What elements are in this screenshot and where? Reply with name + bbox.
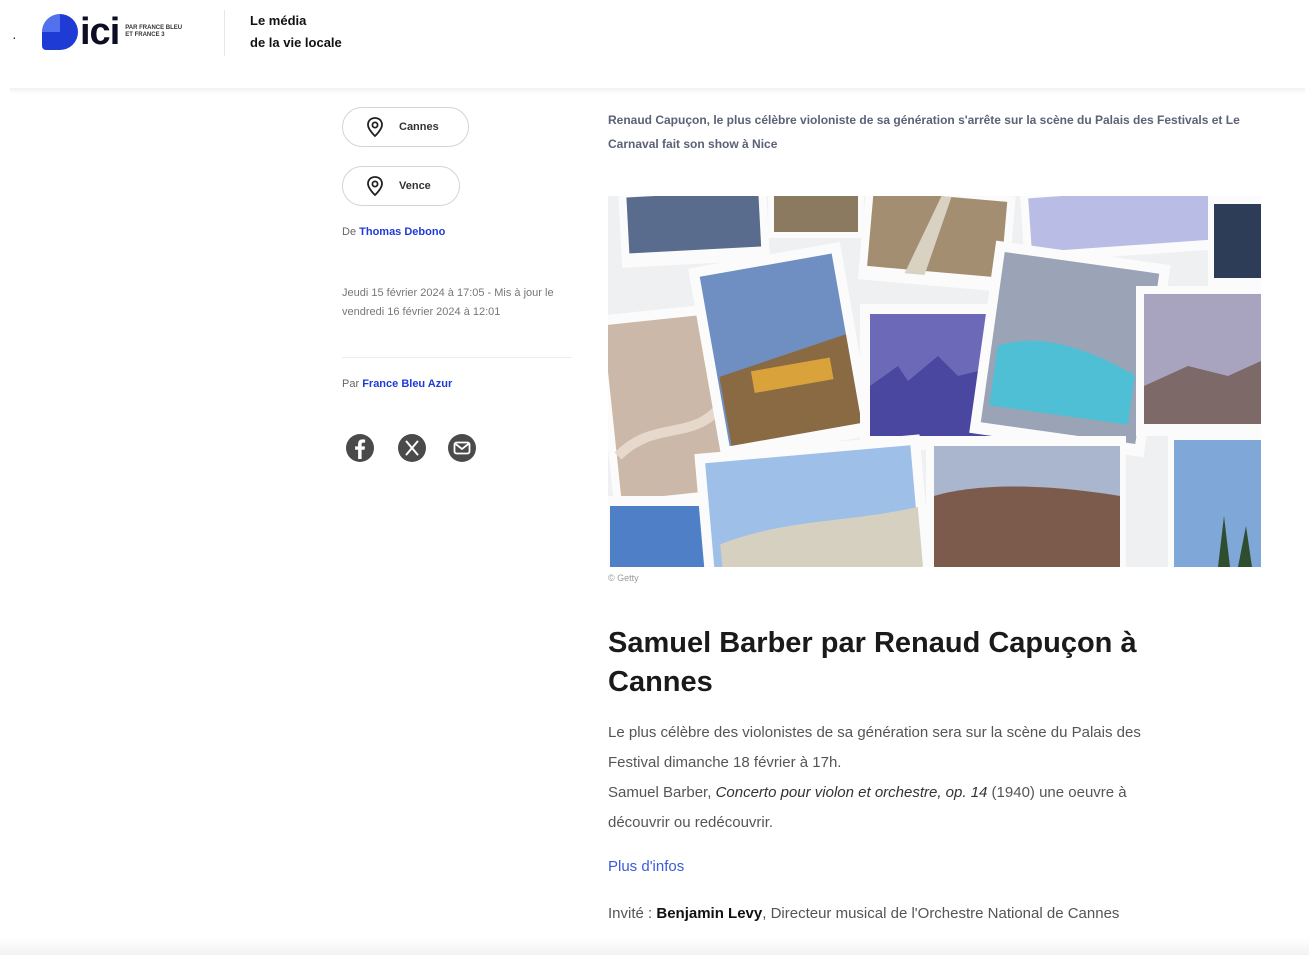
tag-vence[interactable]: Vence — [342, 166, 460, 206]
body-line: découvrir ou redécouvrir. — [608, 814, 774, 831]
article-title: Samuel Barber par Renaud Capuçon à Canne… — [608, 627, 1137, 698]
guest-line: Invité : Benjamin Levy, Directeur musica… — [608, 905, 1119, 922]
source-link[interactable]: France Bleu Azur — [362, 378, 452, 390]
tag-cannes[interactable]: Cannes — [342, 107, 469, 147]
site-tagline: Le média de la vie locale — [250, 10, 342, 54]
facebook-icon[interactable] — [344, 432, 376, 464]
tagline-line1: Le média — [250, 13, 307, 28]
site-header: · ici PAR FRANCE BLEU ET FRANCE 3 Le méd… — [0, 0, 1309, 90]
publish-dates: Jeudi 15 février 2024 à 17:05 - Mis à jo… — [342, 287, 554, 318]
bottom-fade — [0, 938, 1309, 955]
map-pin-icon — [367, 176, 383, 197]
guest-label: Invité : — [608, 905, 657, 922]
more-info-link[interactable]: Plus d'infos — [608, 858, 684, 875]
source-byline: Par France Bleu Azur — [342, 378, 452, 390]
per-prefix: Par — [342, 378, 360, 390]
article-lead: Renaud Capuçon, le plus célèbre violonis… — [608, 113, 1240, 151]
mail-icon[interactable] — [446, 432, 478, 464]
logo-mark-icon — [42, 14, 78, 50]
tag-label: Vence — [399, 180, 431, 192]
map-pin-icon — [367, 117, 383, 138]
article-photo — [608, 196, 1261, 567]
body-text: Samuel Barber, — [608, 784, 716, 801]
byline-prefix: De — [342, 226, 357, 238]
body-line: Festival dimanche 18 février à 17h. — [608, 754, 842, 771]
guest-role: , Directeur musical de l'Orchestre Natio… — [762, 905, 1120, 922]
author-link[interactable]: Thomas Debono — [359, 226, 445, 238]
sidebar-divider — [342, 357, 572, 358]
author-byline: De Thomas Debono — [342, 226, 445, 238]
x-icon[interactable] — [396, 432, 428, 464]
header-divider — [224, 10, 225, 56]
body-line: Samuel Barber, Concerto pour violon et o… — [608, 778, 1268, 808]
guest-name: Benjamin Levy — [656, 905, 763, 922]
tagline-line2: de la vie locale — [250, 35, 342, 50]
header-shadow — [10, 88, 1305, 94]
site-logo[interactable]: ici PAR FRANCE BLEU ET FRANCE 3 — [42, 12, 185, 52]
logo-subtitle: PAR FRANCE BLEU ET FRANCE 3 — [125, 25, 183, 38]
article-body: Le plus célèbre des violonistes de sa gé… — [608, 718, 1268, 838]
image-credit: © Getty — [608, 573, 639, 583]
body-text: (1940) une oeuvre à — [987, 784, 1127, 801]
body-line: Le plus célèbre des violonistes de sa gé… — [608, 724, 1141, 741]
logo-wordmark: ici — [80, 11, 120, 53]
work-title: Concerto pour violon et orchestre, op. 1… — [715, 784, 988, 801]
tag-label: Cannes — [399, 121, 439, 133]
menu-dot[interactable]: · — [12, 29, 17, 45]
